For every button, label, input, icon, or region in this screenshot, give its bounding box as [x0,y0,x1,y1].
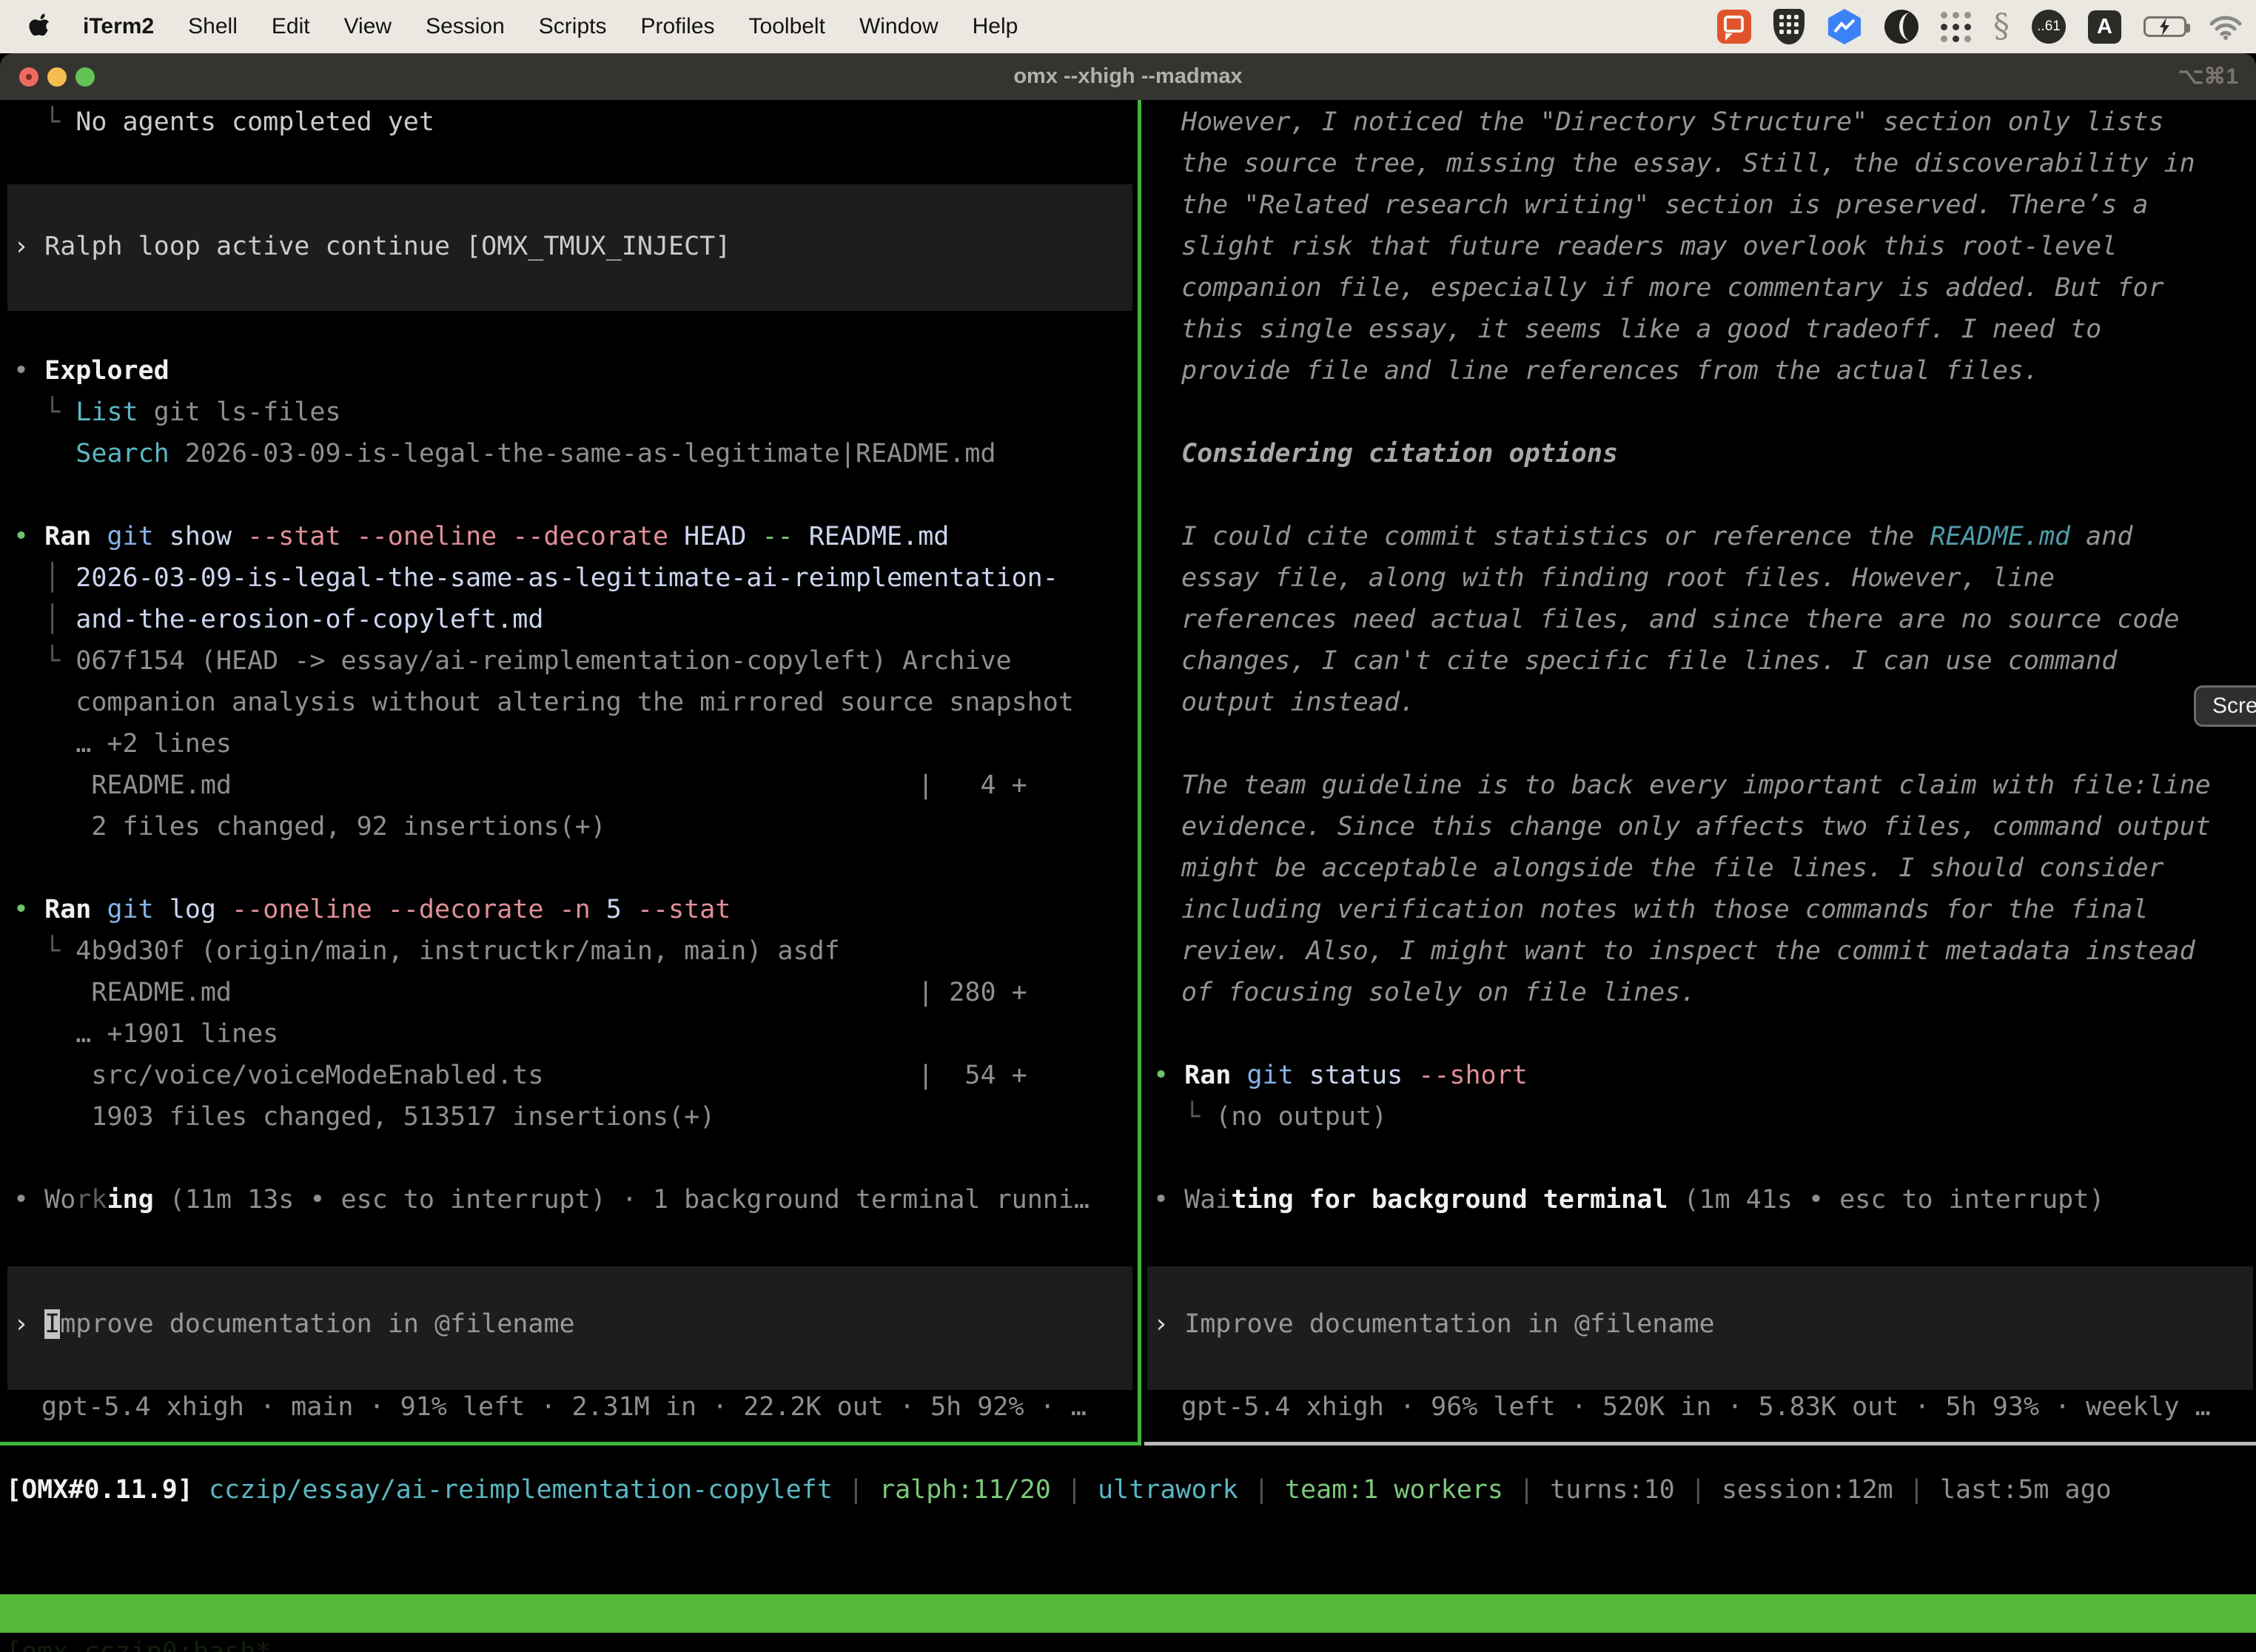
reasoning-paragraph: including verification notes with those … [1181,889,2148,930]
reasoning-paragraph: references need actual files, and since … [1181,599,2180,640]
reasoning-paragraph: provide file and line references from th… [1181,350,2039,392]
screen: iTerm2 Shell Edit View Session Scripts Profile… [0,0,2256,1652]
working-status-line: • Working (11m 13s • esc to interrupt) ·… [13,1179,1090,1220]
menu-item-scripts[interactable]: Scripts [539,14,607,39]
ran-git-status-command: • Ran git status --short [1153,1055,1528,1096]
tmux-pane-right[interactable]: However, I noticed the "Directory Struct… [1144,100,2256,1446]
menu-bar-status-icons: § ..61 A [1717,9,2256,44]
reasoning-paragraph: the "Related research writing" section i… [1181,184,2148,226]
reasoning-paragraph: output instead. [1181,682,1415,723]
session-status-line: gpt-5.4 xhigh · main · 91% left · 2.31M … [41,1386,1087,1428]
git-show-output: … +2 lines [13,723,232,765]
git-show-output: companion analysis without altering the … [13,682,1074,723]
reasoning-paragraph: companion file, especially if more comme… [1181,267,2164,309]
menu-item-profiles[interactable]: Profiles [640,14,714,39]
reasoning-paragraph: this single essay, it seems like a good … [1181,309,2101,350]
menu-items: iTerm2 Shell Edit View Session Scripts Profile… [83,14,1018,39]
git-log-stat: src/voice/voiceModeEnabled.ts | 54 + [13,1055,1027,1096]
pane-border-active [0,1442,1141,1446]
git-log-stat: 1903 files changed, 513517 insertions(+) [13,1096,715,1138]
hexagon-bolt-icon[interactable] [1827,9,1862,44]
chat-app-icon[interactable] [1717,10,1751,44]
reasoning-paragraph: the source tree, missing the essay. Stil… [1181,143,2195,184]
reasoning-paragraph: evidence. Since this change only affects… [1181,806,2211,847]
git-status-output: └ (no output) [1153,1096,1387,1138]
menu-item-session[interactable]: Session [426,14,505,39]
git-show-stat: 2 files changed, 92 insertions(+) [13,806,606,847]
explored-search-line: Search 2026-03-09-is-legal-the-same-as-l… [13,433,996,474]
git-log-stat: README.md | 280 + [13,972,1027,1013]
command-arg-line: │ and-the-erosion-of-copyleft.md [13,599,543,640]
tmux-pane-left[interactable]: └ No agents completed yet › Ralph loop ac… [0,100,1137,1446]
reasoning-paragraph: I could cite commit statistics or refere… [1181,516,2132,557]
explored-header: • Explored [13,350,169,392]
waiting-status-line: • Waiting for background terminal (1m 41… [1153,1179,2104,1220]
reasoning-paragraph: The team guideline is to back every impo… [1181,765,2211,806]
pane-border-inactive [1144,1442,2256,1446]
terminal-window: └ No agents completed yet › Ralph loop ac… [0,100,2256,1652]
reasoning-paragraph: of focusing solely on file lines. [1181,972,1696,1013]
prompt-input-line: › Improve documentation in @filename [1153,1303,1715,1345]
menu-item-view[interactable]: View [344,14,392,39]
reasoning-paragraph: might be acceptable alongside the file l… [1181,847,2164,889]
ran-git-log-command: • Ran git log --oneline --decorate -n 5 … [13,889,731,930]
letter-a-icon[interactable]: A [2088,10,2121,44]
ralph-loop-line: › Ralph loop active continue [OMX_TMUX_I… [13,226,731,267]
reasoning-paragraph: review. Also, I might want to inspect th… [1181,930,2195,972]
apple-menu-icon[interactable] [28,12,49,41]
agents-status-line: └ No agents completed yet [13,101,434,143]
tmux-status-bar: [omx-cczip0:bash* "MacBook-Pro-44.local"… [0,1594,2256,1633]
git-show-output: └ 067f154 (HEAD -> essay/ai-reimplementa… [13,640,1012,682]
squiggle-icon[interactable]: § [1993,10,2010,44]
session-status-line: gpt-5.4 xhigh · 96% left · 520K in · 5.8… [1181,1386,2211,1428]
dots-grid-icon[interactable] [1941,12,1971,42]
wifi-icon[interactable] [2209,13,2243,40]
ran-git-show-command: • Ran git show --stat --oneline --decora… [13,516,949,557]
reasoning-heading: Considering citation options [1181,433,1618,474]
reasoning-paragraph: slight risk that future readers may over… [1181,226,2117,267]
prompt-input-line: › Improve documentation in @filename [13,1303,575,1345]
screen-overlay-label: Scre [2212,694,2256,719]
menu-item-window[interactable]: Window [859,14,939,39]
screen-overlay-button[interactable]: Scre [2194,685,2256,727]
git-show-stat: README.md | 4 + [13,765,1027,806]
shield-grid-icon[interactable] [1773,9,1805,44]
command-arg-line: │ 2026-03-09-is-legal-the-same-as-legiti… [13,557,1058,599]
reasoning-paragraph: However, I noticed the "Directory Struct… [1181,101,2164,143]
menu-item-iterm2[interactable]: iTerm2 [83,14,154,39]
battery-icon[interactable] [2143,16,2186,37]
badge-61-icon[interactable]: ..61 [2032,10,2066,44]
git-log-output: └ 4b9d30f (origin/main, instructkr/main,… [13,930,840,972]
tmux-session-window-label[interactable]: [omx-cczip0:bash* [6,1633,271,1652]
menu-item-help[interactable]: Help [973,14,1018,39]
window-title-bar: omx --xhigh --madmax ⌥⌘1 [0,53,2256,100]
window-title: omx --xhigh --madmax [0,64,2256,89]
explored-list-line: └ List git ls-files [13,392,341,433]
window-shortcut-badge: ⌥⌘1 [2178,64,2238,90]
menu-item-toolbelt[interactable]: Toolbelt [749,14,825,39]
reasoning-paragraph: changes, I can't cite specific file line… [1181,640,2117,682]
menu-item-shell[interactable]: Shell [188,14,238,39]
macos-menu-bar: iTerm2 Shell Edit View Session Scripts Profile… [0,0,2256,53]
reasoning-paragraph: essay file, along with finding root file… [1181,557,2055,599]
pane-divider[interactable] [1138,100,1141,1442]
menu-item-edit[interactable]: Edit [272,14,310,39]
pie-chart-icon[interactable] [1884,10,1918,44]
omx-status-line: [OMX#0.11.9] cczip/essay/ai-reimplementa… [6,1469,2112,1511]
git-log-output: … +1901 lines [13,1013,278,1055]
